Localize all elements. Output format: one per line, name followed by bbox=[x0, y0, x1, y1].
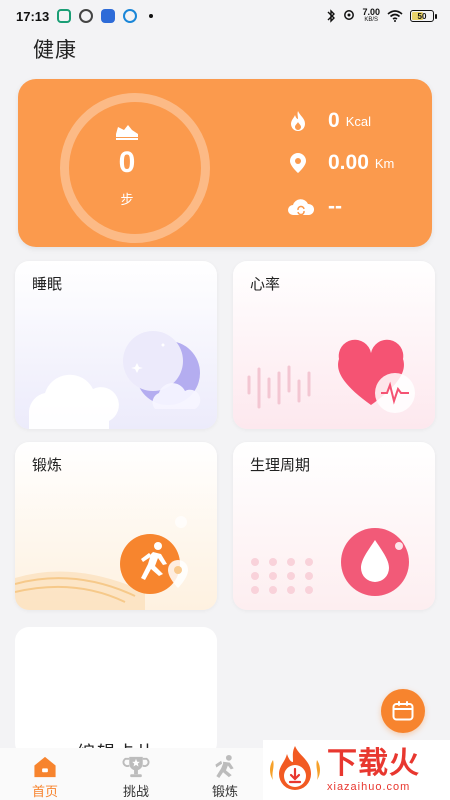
flame-icon bbox=[291, 111, 305, 131]
nav-challenge-tab[interactable]: 挑战 bbox=[106, 748, 166, 800]
sleep-card[interactable]: 睡眠 bbox=[15, 261, 217, 429]
nav-home-tab[interactable]: 首页 bbox=[15, 748, 75, 800]
step-unit: 步 bbox=[120, 192, 134, 207]
nav-exercise-tab[interactable]: 锻炼 bbox=[195, 748, 255, 800]
trophy-icon bbox=[122, 756, 150, 778]
menstrual-cycle-card-title: 生理周期 bbox=[250, 457, 311, 474]
step-count: 0 bbox=[118, 146, 136, 179]
watermark-brand: 下载火 bbox=[327, 747, 420, 780]
cloud-icon bbox=[288, 199, 315, 216]
calendar-button[interactable] bbox=[381, 689, 425, 733]
page-title: 健康 bbox=[33, 39, 77, 62]
distance-unit: Km bbox=[374, 155, 395, 171]
qq-app-icon bbox=[79, 9, 94, 23]
network-speed: 7.00 KB/S bbox=[362, 8, 380, 24]
heart-rate-card[interactable]: 心率 bbox=[233, 261, 435, 429]
exercise-card-title: 锻炼 bbox=[32, 457, 63, 474]
home-icon bbox=[34, 756, 56, 778]
battery-level: 50 bbox=[417, 11, 427, 21]
status-bar: 17:13 7.00 KB/S 50 bbox=[0, 0, 450, 32]
network-speed-value: 7.00 bbox=[362, 7, 380, 17]
battery-indicator: 50 bbox=[410, 10, 437, 22]
nav-home-label: 首页 bbox=[31, 784, 58, 799]
heart-rate-card-title: 心率 bbox=[250, 276, 281, 293]
location-icon bbox=[344, 10, 355, 20]
edit-cards-card[interactable]: 编辑卡片 bbox=[15, 627, 217, 757]
wifi-icon bbox=[387, 10, 403, 22]
location-pin-icon bbox=[290, 153, 306, 173]
status-time: 17:13 bbox=[16, 8, 50, 24]
flame-logo-icon bbox=[270, 746, 320, 790]
shoe-icon bbox=[116, 125, 138, 140]
distance-stat: 0.00 Km bbox=[286, 151, 394, 175]
nav-challenge-label: 挑战 bbox=[122, 784, 149, 799]
menstrual-cycle-card[interactable]: 生理周期 bbox=[233, 442, 435, 610]
watermark: 下载火 xiazaihuo.com bbox=[263, 740, 450, 800]
browser-app-icon bbox=[123, 9, 138, 23]
weather-stat: -- bbox=[286, 195, 342, 219]
calories-value: 0 bbox=[328, 109, 340, 132]
network-speed-unit: KB/S bbox=[364, 17, 379, 23]
calendar-icon bbox=[392, 701, 414, 721]
nav-exercise-label: 锻炼 bbox=[211, 784, 238, 799]
distance-value: 0.00 bbox=[328, 151, 369, 174]
watermark-url: xiazaihuo.com bbox=[327, 781, 411, 793]
activity-summary-card[interactable]: 0 步 0 Kcal 0.00 Km -- bbox=[18, 79, 432, 247]
notification-dot-icon bbox=[149, 14, 154, 18]
calories-unit: Kcal bbox=[345, 113, 371, 129]
message-app-icon bbox=[101, 9, 116, 23]
chat-app-icon bbox=[57, 9, 72, 23]
sleep-card-title: 睡眠 bbox=[32, 276, 63, 293]
bluetooth-icon bbox=[327, 9, 336, 23]
runner-icon bbox=[215, 754, 234, 779]
weather-value: -- bbox=[328, 195, 342, 218]
calories-stat: 0 Kcal bbox=[286, 109, 371, 133]
exercise-card[interactable]: 锻炼 bbox=[15, 442, 217, 610]
